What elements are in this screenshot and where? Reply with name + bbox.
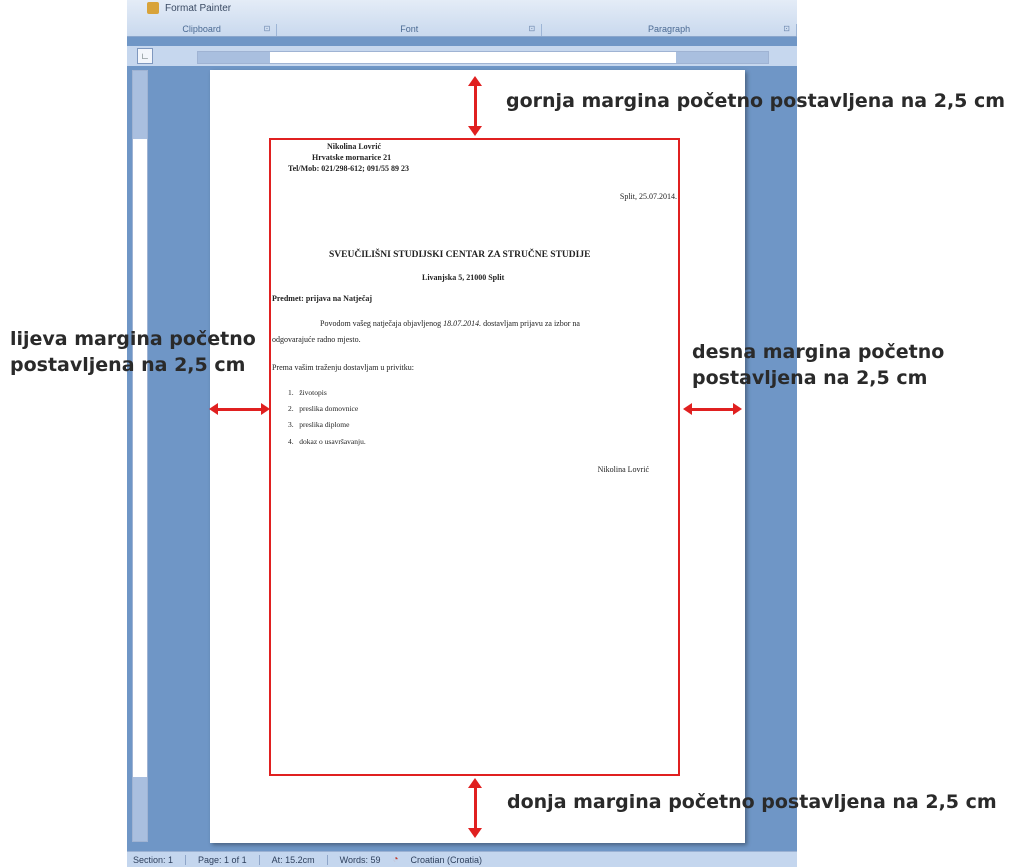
ruler-row: ∟ — [127, 46, 797, 66]
list-number: 4. — [288, 437, 294, 446]
arrow-head-right — [733, 403, 742, 415]
right-margin-label-line1: desna margina početno — [692, 341, 945, 363]
list-item: 2. preslika domovnice — [288, 404, 358, 413]
arrow-head-down — [468, 126, 482, 136]
subject-text: prijava na Natječaj — [305, 294, 373, 303]
status-divider — [258, 854, 260, 865]
status-bar: Section: 1 Page: 1 of 1 At: 15.2cm Words… — [127, 851, 797, 867]
format-painter-button[interactable]: Format Painter — [147, 2, 231, 14]
status-divider — [185, 854, 187, 865]
ribbon: Format Painter Clipboard ⊡ Font ⊡ Paragr… — [127, 0, 797, 37]
group-font: Font ⊡ — [277, 24, 543, 36]
status-divider — [326, 854, 328, 865]
format-painter-label: Format Painter — [165, 2, 232, 14]
list-item: 1. životopis — [288, 388, 327, 397]
arrow-shaft — [474, 84, 477, 128]
status-at[interactable]: At: 15.2cm — [272, 855, 315, 865]
status-words[interactable]: Words: 59 — [340, 855, 381, 865]
clipboard-launcher-icon[interactable]: ⊡ — [264, 24, 271, 33]
arrow-head-down — [468, 828, 482, 838]
group-font-label: Font — [400, 24, 419, 34]
group-paragraph: Paragraph ⊡ — [542, 24, 797, 36]
margin-boundary — [269, 138, 680, 776]
group-clipboard: Clipboard ⊡ — [127, 24, 278, 36]
paragraph-line-1: Povodom vašeg natječaja objavljenog 18.0… — [320, 319, 580, 328]
sender-street: Hrvatske mornarice 21 — [312, 153, 392, 162]
group-clipboard-label: Clipboard — [182, 24, 221, 34]
signature: Nikolina Lovrić — [597, 465, 649, 474]
institution-name: SVEUČILIŠNI STUDIJSKI CENTAR ZA STRUČNE … — [329, 250, 591, 260]
horizontal-ruler[interactable] — [197, 51, 769, 64]
ruler-left-margin — [198, 52, 270, 63]
tab-selector-icon[interactable]: ∟ — [137, 48, 153, 64]
left-margin-label-line2: postavljena na 2,5 cm — [10, 354, 246, 376]
list-number: 1. — [288, 388, 294, 397]
arrow-shaft — [690, 408, 734, 411]
left-margin-label-line1: lijeva margina početno — [10, 328, 256, 350]
arrow-shaft — [474, 786, 477, 830]
right-margin-label: desna margina početno postavljena na 2,5… — [692, 339, 944, 391]
bottom-margin-label: donja margina početno postavljena na 2,5… — [507, 791, 997, 813]
right-margin-label-line2: postavljena na 2,5 cm — [692, 367, 928, 389]
list-number: 3. — [288, 420, 294, 429]
status-page[interactable]: Page: 1 of 1 — [198, 855, 247, 865]
sender-phone-label: Tel/Mob: — [288, 164, 320, 173]
vruler-top-margin — [133, 71, 147, 139]
left-margin-label: lijeva margina početno postavljena na 2,… — [10, 326, 256, 378]
paragraph-start: Povodom vašeg natječaja objavljenog — [320, 319, 442, 328]
format-painter-icon — [147, 2, 159, 14]
list-number: 2. — [288, 404, 294, 413]
list-text: dokaz o usavršavanju. — [299, 437, 366, 446]
ribbon-commands: Format Painter — [127, 0, 797, 22]
paragraph-end: dostavljam prijavu za izbor na — [483, 319, 580, 328]
status-language[interactable]: Croatian (Croatia) — [411, 855, 483, 865]
subject-line: Predmet: prijava na Natječaj — [272, 294, 372, 303]
arrow-shaft — [216, 408, 262, 411]
ruler-right-margin — [676, 52, 768, 63]
sender-name: Nikolina Lovrić — [327, 142, 382, 151]
list-item: 4. dokaz o usavršavanju. — [288, 437, 366, 446]
list-item: 3. preslika diplome — [288, 420, 349, 429]
ribbon-group-labels: Clipboard ⊡ Font ⊡ Paragraph ⊡ — [127, 24, 797, 36]
list-text: životopis — [299, 388, 327, 397]
letter-date: Split, 25.07.2014. — [619, 192, 677, 201]
vertical-ruler[interactable] — [132, 70, 148, 842]
institution-address: Livanjska 5, 21000 Split — [422, 273, 505, 282]
paragraph-launcher-icon[interactable]: ⊡ — [783, 24, 790, 33]
group-paragraph-label: Paragraph — [648, 24, 691, 34]
list-text: preslika diplome — [299, 420, 350, 429]
list-text: preslika domovnice — [299, 404, 359, 413]
top-margin-label: gornja margina početno postavljena na 2,… — [506, 90, 1006, 112]
status-section[interactable]: Section: 1 — [133, 855, 173, 865]
paragraph-line-2: odgovarajuće radno mjesto. — [272, 335, 361, 344]
font-launcher-icon[interactable]: ⊡ — [528, 24, 535, 33]
sender-phone-number: 021/298-612; 091/55 89 23 — [321, 164, 410, 173]
vruler-bottom-margin — [133, 777, 147, 841]
subject-label: Predmet: — [272, 294, 304, 303]
proofing-icon[interactable]: ◔ — [392, 854, 398, 865]
paragraph-date: 18.07.2014. — [443, 319, 482, 328]
arrow-head-right — [261, 403, 270, 415]
attachments-intro: Prema vašim traženju dostavljam u privit… — [272, 363, 414, 372]
sender-phone: Tel/Mob: 021/298-612; 091/55 89 23 — [288, 164, 409, 173]
